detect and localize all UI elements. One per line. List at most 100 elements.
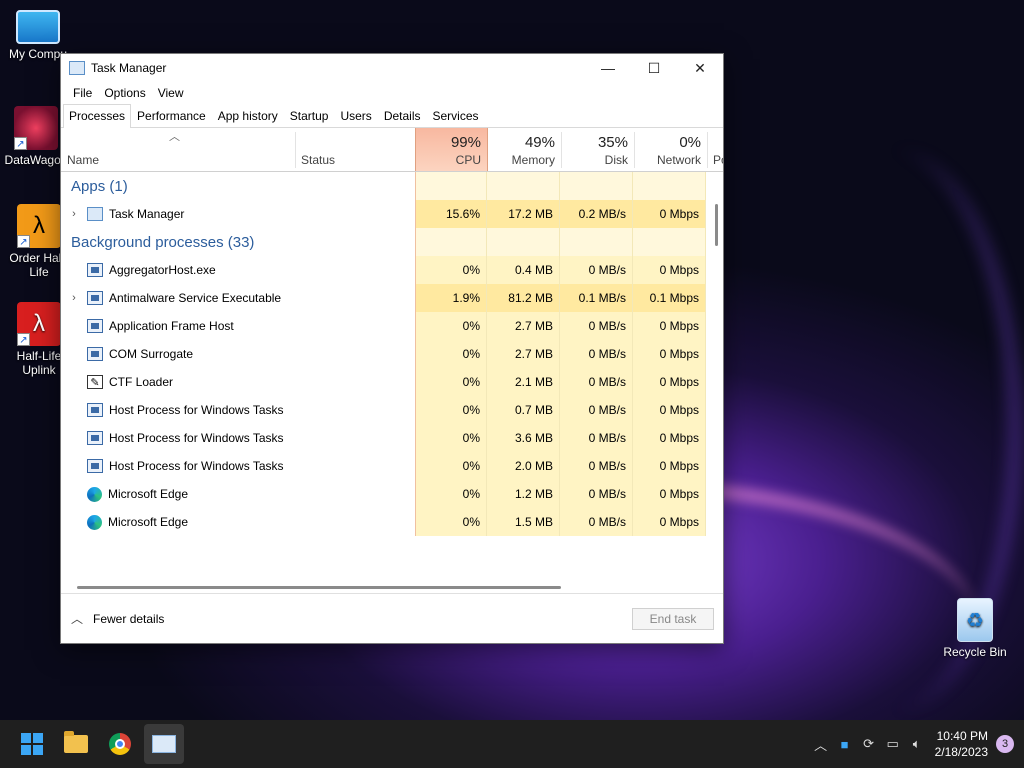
group-cell (415, 228, 487, 256)
header-power-label: Po (713, 153, 723, 167)
chrome-icon (109, 733, 131, 755)
group-cell (560, 228, 633, 256)
header-power[interactable]: Po (707, 128, 723, 171)
sync-icon[interactable]: ⟳ (857, 736, 881, 752)
tab-performance[interactable]: Performance (131, 104, 212, 127)
app-tray-icon[interactable]: ■ (833, 737, 857, 752)
process-cpu: 0% (415, 452, 487, 480)
tab-users[interactable]: Users (334, 104, 377, 127)
process-disk: 0 MB/s (560, 312, 633, 340)
fewer-details-link[interactable]: Fewer details (93, 612, 164, 626)
clock[interactable]: 10:40 PM 2/18/2023 (935, 728, 988, 760)
process-cpu: 0% (415, 480, 487, 508)
tab-bar: Processes Performance App history Startu… (61, 104, 723, 128)
header-disk-pct: 35% (597, 134, 628, 151)
tab-app-history[interactable]: App history (212, 104, 284, 127)
half-life-icon: λ ↗ (17, 204, 61, 248)
close-button[interactable]: ✕ (677, 54, 723, 82)
notification-badge[interactable]: 3 (996, 735, 1014, 753)
process-cpu: 0% (415, 340, 487, 368)
group-cell (415, 172, 487, 200)
volume-icon[interactable]: 🔈︎ (905, 736, 929, 752)
monitor-icon (16, 10, 60, 44)
process-row[interactable]: Host Process for Windows Tasks 0% 0.7 MB 0 … (61, 396, 723, 424)
process-disk: 0 MB/s (560, 256, 633, 284)
taskbar-file-explorer[interactable] (56, 724, 96, 764)
menu-options[interactable]: Options (98, 86, 151, 100)
window-icon (87, 347, 103, 361)
chevron-up-icon[interactable]: ︿ (809, 735, 833, 754)
vertical-scrollbar[interactable] (715, 204, 718, 246)
start-button[interactable] (12, 724, 52, 764)
header-network[interactable]: 0% Network (634, 128, 707, 171)
process-row[interactable]: ✎ CTF Loader 0% 2.1 MB 0 MB/s 0 Mbps (61, 368, 723, 396)
process-row[interactable]: Host Process for Windows Tasks 0% 3.6 MB 0 … (61, 424, 723, 452)
group-label: Background processes (33) (71, 233, 255, 251)
process-memory: 1.2 MB (487, 480, 560, 508)
menu-file[interactable]: File (67, 86, 98, 100)
task-manager-icon (69, 61, 85, 75)
edge-icon (87, 514, 102, 530)
chevron-up-icon[interactable]: ︿ (71, 610, 83, 627)
process-row[interactable]: Microsoft Edge 0% 1.2 MB 0 MB/s 0 Mbps (61, 480, 723, 508)
process-row[interactable]: › Antimalware Service Executable 1.9% 81.2 … (61, 284, 723, 312)
process-memory: 2.7 MB (487, 340, 560, 368)
datawagon-icon: ↗ (14, 106, 58, 150)
process-row[interactable]: Application Frame Host 0% 2.7 MB 0 MB/s 0 Mb… (61, 312, 723, 340)
window-icon (87, 291, 103, 305)
process-status (295, 284, 415, 312)
process-name: Application Frame Host (109, 319, 234, 333)
process-name: Host Process for Windows Tasks (109, 459, 284, 473)
title-bar[interactable]: Task Manager — ☐ ✕ (61, 54, 723, 82)
process-row[interactable]: AggregatorHost.exe 0% 0.4 MB 0 MB/s 0 Mbps (61, 256, 723, 284)
process-memory: 3.6 MB (487, 424, 560, 452)
process-memory: 1.5 MB (487, 508, 560, 536)
group-header-apps[interactable]: Apps (1) (61, 172, 723, 200)
desktop-icon-recycle-bin[interactable]: ♻ Recycle Bin (939, 598, 1011, 659)
network-icon[interactable]: ▭ (881, 736, 905, 752)
process-cpu: 0% (415, 312, 487, 340)
header-memory[interactable]: 49% Memory (488, 128, 561, 171)
process-cpu: 1.9% (415, 284, 487, 312)
process-memory: 0.4 MB (487, 256, 560, 284)
ctf-icon: ✎ (87, 375, 103, 389)
process-network: 0 Mbps (633, 396, 706, 424)
process-row[interactable]: COM Surrogate 0% 2.7 MB 0 MB/s 0 Mbps (61, 340, 723, 368)
shortcut-arrow-icon: ↗ (14, 137, 27, 150)
process-cpu: 0% (415, 424, 487, 452)
tab-services[interactable]: Services (427, 104, 485, 127)
taskbar-task-manager[interactable] (144, 724, 184, 764)
process-row[interactable]: › Task Manager 15.6% 17.2 MB 0.2 MB/s 0 Mbps (61, 200, 723, 228)
menu-view[interactable]: View (152, 86, 190, 100)
group-header-background[interactable]: Background processes (33) (61, 228, 723, 256)
process-disk: 0 MB/s (560, 480, 633, 508)
process-memory: 2.0 MB (487, 452, 560, 480)
process-network: 0 Mbps (633, 312, 706, 340)
process-status (295, 508, 415, 536)
header-status[interactable]: Status (295, 128, 415, 171)
header-name[interactable]: Name (61, 128, 295, 171)
process-network: 0 Mbps (633, 508, 706, 536)
chevron-right-icon[interactable]: › (67, 208, 81, 220)
process-memory: 2.1 MB (487, 368, 560, 396)
process-row[interactable]: Host Process for Windows Tasks 0% 2.0 MB 0 … (61, 452, 723, 480)
tab-processes[interactable]: Processes (63, 104, 132, 128)
chevron-right-icon[interactable]: › (67, 292, 81, 304)
header-cpu[interactable]: 99% CPU (415, 128, 488, 171)
maximize-button[interactable]: ☐ (631, 54, 677, 82)
horizontal-scrollbar[interactable] (77, 586, 561, 589)
window-icon (87, 403, 103, 417)
process-name: Microsoft Edge (108, 487, 189, 501)
end-task-button[interactable]: End task (632, 608, 714, 630)
header-disk[interactable]: 35% Disk (561, 128, 634, 171)
tab-startup[interactable]: Startup (284, 104, 335, 127)
taskbar-chrome[interactable] (100, 724, 140, 764)
tab-details[interactable]: Details (378, 104, 427, 127)
process-memory: 0.7 MB (487, 396, 560, 424)
system-tray: ︿ ■ ⟳ ▭ 🔈︎ 10:40 PM 2/18/2023 3 (809, 720, 1024, 768)
process-network: 0 Mbps (633, 200, 706, 228)
header-cpu-pct: 99% (450, 134, 481, 151)
process-disk: 0 MB/s (560, 508, 633, 536)
process-row[interactable]: Microsoft Edge 0% 1.5 MB 0 MB/s 0 Mbps (61, 508, 723, 536)
minimize-button[interactable]: — (585, 54, 631, 82)
